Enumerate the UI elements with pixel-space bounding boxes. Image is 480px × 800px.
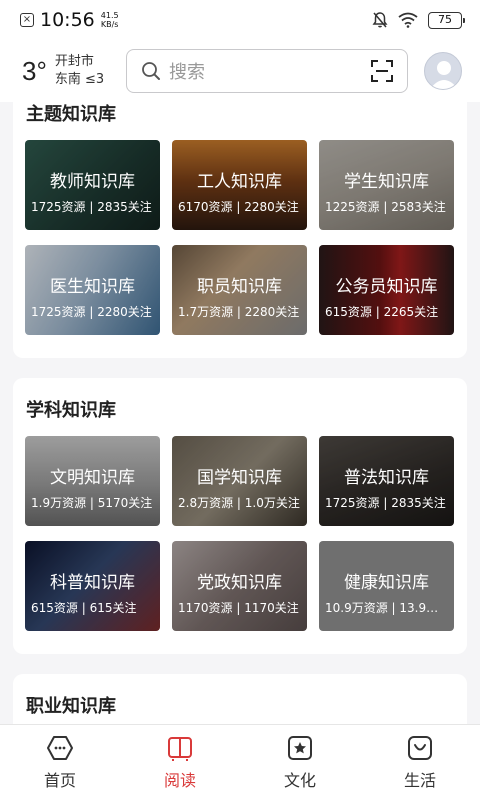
knowledge-tile-civilization[interactable]: 文明知识库 1.9万资源 | 5170关注	[25, 436, 160, 526]
wind-info: 东南 ≤3	[54, 72, 105, 87]
tile-stats: 1225资源 | 2583关注	[325, 200, 446, 214]
nav-label: 文化	[283, 771, 316, 790]
wifi-icon	[398, 12, 418, 28]
tile-stats: 1170资源 | 1170关注	[178, 601, 299, 615]
tile-stats: 1725资源 | 2280关注	[31, 305, 152, 319]
content-area[interactable]: 主题知识库 教师知识库 1725资源 | 2835关注 工人知识库 6170资源…	[0, 102, 480, 724]
network-speed: 41.5 KB/s	[101, 11, 119, 29]
knowledge-tile-worker[interactable]: 工人知识库 6170资源 | 2280关注	[172, 140, 307, 230]
search-icon	[142, 62, 160, 80]
nav-label: 阅读	[163, 771, 196, 790]
weather-widget[interactable]: 3° 开封市 东南 ≤3	[22, 53, 126, 89]
life-icon	[408, 736, 432, 760]
knowledge-tile-law[interactable]: 普法知识库 1725资源 | 2835关注	[319, 436, 454, 526]
tile-stats: 1725资源 | 2835关注	[31, 200, 152, 214]
knowledge-tile-health[interactable]: 健康知识库 10.9万资源 | 13.9万关注	[319, 541, 454, 631]
knowledge-tile-employee[interactable]: 职员知识库 1.7万资源 | 2280关注	[172, 245, 307, 335]
network-speed-unit: KB/s	[100, 20, 119, 29]
tile-stats: 10.9万资源 | 13.9万关注	[325, 601, 448, 615]
knowledge-tile-civil-servant[interactable]: 公务员知识库 615资源 | 2265关注	[319, 245, 454, 335]
knowledge-tile-sinology[interactable]: 国学知识库 2.8万资源 | 1.0万关注	[172, 436, 307, 526]
tile-name: 医生知识库	[50, 277, 135, 297]
network-speed-value: 41.5	[100, 11, 119, 20]
knowledge-tile-doctor[interactable]: 医生知识库 1725资源 | 2280关注	[25, 245, 160, 335]
book-icon	[168, 737, 192, 761]
section-subject-knowledge: 学科知识库 文明知识库 1.9万资源 | 5170关注 国学知识库 2.8万资源…	[13, 378, 467, 654]
tile-stats: 1.9万资源 | 5170关注	[31, 496, 153, 510]
tile-stats: 615资源 | 2265关注	[325, 305, 439, 319]
tile-name: 公务员知识库	[335, 277, 438, 297]
tile-stats: 615资源 | 615关注	[31, 601, 137, 615]
section-title: 职业知识库	[26, 696, 116, 717]
nav-label: 首页	[43, 771, 76, 790]
star-icon	[288, 736, 312, 760]
tile-name: 文明知识库	[50, 468, 135, 488]
notification-x-icon: ×	[20, 13, 34, 27]
status-time: 10:56	[40, 9, 95, 31]
tile-stats: 1725资源 | 2835关注	[325, 496, 446, 510]
search-bar[interactable]: 搜索	[126, 49, 408, 93]
section-theme-knowledge: 主题知识库 教师知识库 1725资源 | 2835关注 工人知识库 6170资源…	[13, 102, 467, 358]
knowledge-tile-student[interactable]: 学生知识库 1225资源 | 2583关注	[319, 140, 454, 230]
status-bar: × 10:56 41.5 KB/s 75	[0, 0, 480, 40]
section-title: 主题知识库	[26, 104, 116, 125]
section-title: 学科知识库	[26, 400, 116, 421]
bottom-nav: 首页 阅读 文化 生活	[0, 724, 480, 800]
battery-indicator: 75	[428, 11, 465, 29]
scan-icon[interactable]	[371, 60, 393, 82]
tile-name: 职员知识库	[197, 277, 282, 297]
knowledge-tile-teacher[interactable]: 教师知识库 1725资源 | 2835关注	[25, 140, 160, 230]
tile-stats: 2.8万资源 | 1.0万关注	[178, 496, 300, 510]
app-header: 3° 开封市 东南 ≤3 搜索	[0, 40, 480, 102]
tile-stats: 6170资源 | 2280关注	[178, 200, 299, 214]
knowledge-tile-science[interactable]: 科普知识库 615资源 | 615关注	[25, 541, 160, 631]
tile-name: 国学知识库	[197, 468, 282, 488]
home-icon	[47, 736, 73, 760]
tile-stats: 1.7万资源 | 2280关注	[178, 305, 300, 319]
knowledge-tile-party-politics[interactable]: 党政知识库 1170资源 | 1170关注	[172, 541, 307, 631]
tile-name: 教师知识库	[50, 172, 135, 192]
avatar[interactable]	[424, 52, 462, 90]
tile-name: 学生知识库	[344, 172, 429, 192]
user-avatar-icon	[430, 61, 458, 89]
nav-life[interactable]: 生活	[360, 725, 480, 800]
nav-label: 生活	[403, 771, 436, 790]
tile-name: 科普知识库	[50, 573, 135, 593]
mute-bell-icon	[372, 12, 388, 28]
tile-name: 党政知识库	[197, 573, 282, 593]
tile-name: 普法知识库	[344, 468, 429, 488]
city-name: 开封市	[54, 54, 94, 69]
temperature: 3°	[22, 55, 47, 86]
tile-name: 健康知识库	[344, 573, 429, 593]
section-career-knowledge: 职业知识库	[13, 674, 467, 724]
search-placeholder: 搜索	[169, 62, 205, 83]
tile-name: 工人知识库	[197, 172, 282, 192]
nav-reading[interactable]: 阅读	[120, 725, 240, 800]
nav-home[interactable]: 首页	[0, 725, 120, 800]
nav-culture[interactable]: 文化	[240, 725, 360, 800]
